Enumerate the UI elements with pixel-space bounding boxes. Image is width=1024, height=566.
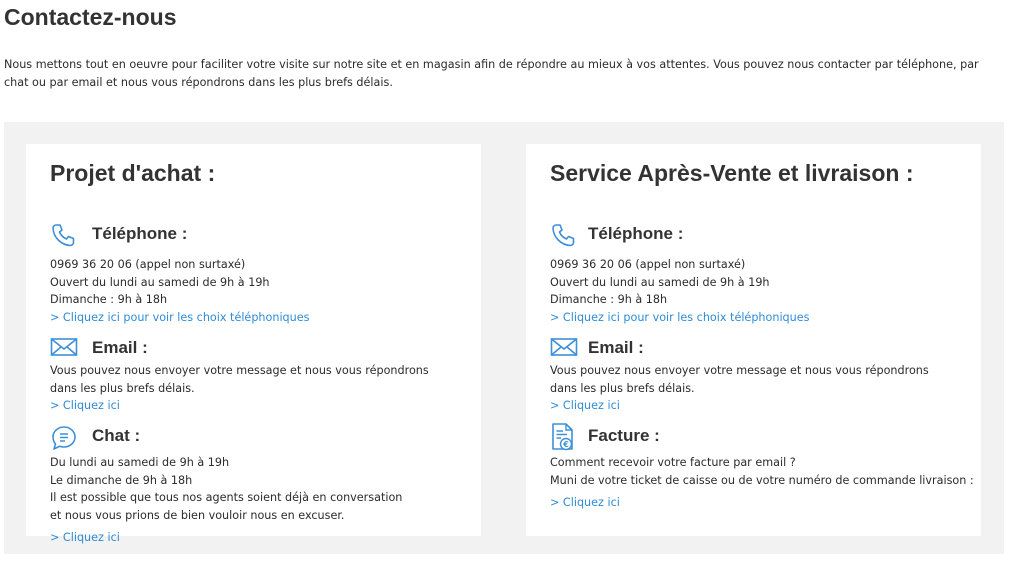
email-desc-line: dans les plus brefs délais.: [50, 381, 195, 395]
facture-question-line: Comment recevoir votre facture par email…: [550, 456, 796, 469]
chat-note-line: Il est possible que tous nos agents soie…: [50, 491, 403, 504]
sav-email-section: Email : Vous pouvez nous envoyer votre m…: [550, 336, 929, 415]
phone-choices-link[interactable]: > Cliquez ici pour voir les choix téléph…: [550, 309, 809, 327]
facture-instruction-line: Muni de votre ticket de caisse ou de vot…: [550, 473, 974, 487]
phone-sunday-line: Dimanche : 9h à 18h: [550, 293, 668, 306]
sav-facture-section: € Facture : Comment recevoir votre factu…: [550, 422, 974, 512]
email-section-title: Email :: [588, 338, 644, 357]
projet-achat-title: Projet d'achat :: [50, 160, 216, 186]
projet-achat-card: Projet d'achat : Téléphone : 0969 36 20 …: [26, 144, 481, 544]
projet-email-section: Email : Vous pouvez nous envoyer votre m…: [50, 336, 429, 415]
facture-section-title: Facture :: [588, 426, 660, 445]
phone-number-line: 0969 36 20 06 (appel non surtaxé): [50, 258, 246, 271]
email-link[interactable]: > Cliquez ici: [50, 397, 429, 415]
phone-hours-line: Ouvert du lundi au samedi de 9h à 19h: [550, 275, 770, 289]
projet-phone-section: Téléphone : 0969 36 20 06 (appel non sur…: [50, 222, 309, 326]
sav-phone-section: Téléphone : 0969 36 20 06 (appel non sur…: [550, 222, 809, 326]
envelope-icon: [550, 336, 578, 362]
phone-choices-link[interactable]: > Cliquez ici pour voir les choix téléph…: [50, 309, 309, 327]
phone-number-line: 0969 36 20 06 (appel non surtaxé): [550, 258, 746, 271]
chat-hours-line: Du lundi au samedi de 9h à 19h: [50, 456, 230, 469]
projet-chat-section: Chat : Du lundi au samedi de 9h à 19h Le…: [50, 424, 402, 547]
contact-panel: Projet d'achat : Téléphone : 0969 36 20 …: [4, 122, 1004, 554]
facture-link[interactable]: > Cliquez ici: [550, 494, 974, 512]
chat-bubble-icon: [50, 424, 78, 450]
chat-note-line: et nous vous prions de bien vouloir nous…: [50, 508, 345, 522]
sav-title: Service Après-Vente et livraison :: [550, 160, 914, 186]
invoice-icon: €: [550, 422, 578, 451]
email-link[interactable]: > Cliquez ici: [550, 397, 929, 415]
chat-sunday-line: Le dimanche de 9h à 18h: [50, 473, 193, 487]
email-desc-line: Vous pouvez nous envoyer votre message e…: [550, 364, 929, 377]
phone-section-title: Téléphone :: [92, 224, 188, 243]
email-desc-line: dans les plus brefs délais.: [550, 381, 695, 395]
email-desc-line: Vous pouvez nous envoyer votre message e…: [50, 364, 429, 377]
phone-icon: [550, 222, 578, 248]
phone-icon: [50, 222, 78, 248]
phone-hours-line: Ouvert du lundi au samedi de 9h à 19h: [50, 275, 270, 289]
page-title: Contactez-nous: [4, 4, 177, 30]
phone-section-title: Téléphone :: [588, 224, 684, 243]
phone-sunday-line: Dimanche : 9h à 18h: [50, 293, 168, 306]
chat-link[interactable]: > Cliquez ici: [50, 529, 402, 547]
svg-text:€: €: [562, 440, 569, 449]
sav-card: Service Après-Vente et livraison : Télép…: [526, 144, 981, 536]
email-section-title: Email :: [92, 338, 148, 357]
chat-section-title: Chat :: [92, 426, 141, 445]
intro-text: Nous mettons tout en oeuvre pour facilit…: [4, 58, 979, 89]
envelope-icon: [50, 336, 78, 362]
